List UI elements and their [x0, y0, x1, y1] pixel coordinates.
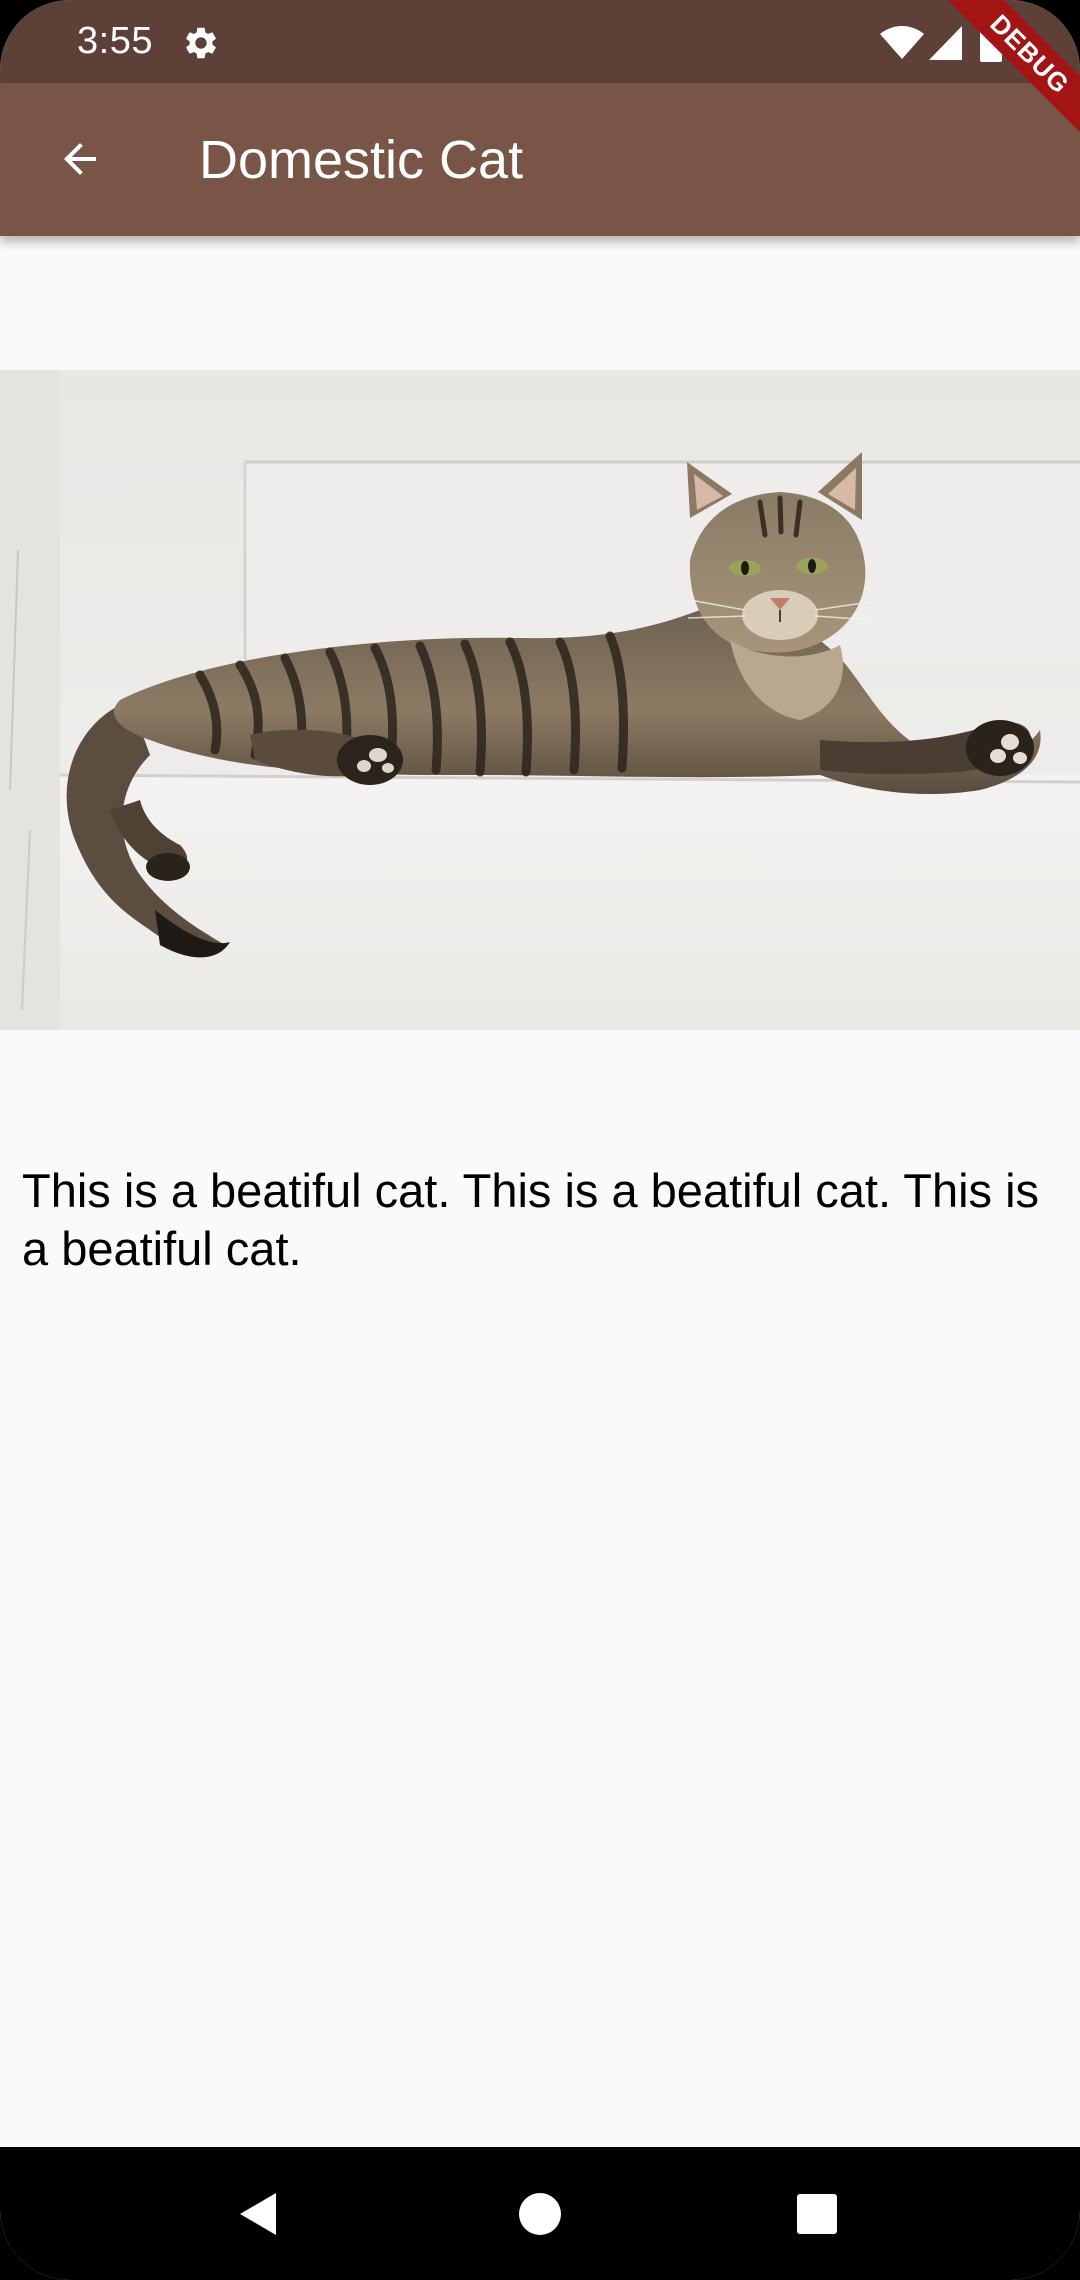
cat-description: This is a beatiful cat. This is a beatif… — [22, 1164, 1040, 1275]
nav-home-circle-icon[interactable] — [519, 2193, 561, 2235]
page-title: Domestic Cat — [199, 130, 524, 190]
status-time: 3:55 — [77, 20, 153, 62]
status-bar: 3:55 — [0, 0, 1080, 83]
battery-icon — [980, 22, 1002, 62]
app-screen: 3:55 Domestic Cat DEBUG This is a beatif… — [0, 0, 1080, 2280]
wifi-icon — [880, 26, 924, 59]
cell-signal-icon — [929, 26, 962, 60]
cat-image — [0, 370, 1080, 1030]
back-button[interactable] — [40, 119, 120, 199]
arrow-back-icon — [64, 143, 96, 175]
cat-photo — [0, 370, 1080, 1030]
app-bar: Domestic Cat — [0, 83, 1080, 236]
system-nav-bar — [0, 2147, 1080, 2280]
settings-gear-icon — [186, 27, 216, 59]
nav-back-triangle-icon[interactable] — [236, 2191, 282, 2237]
nav-recents-square-icon[interactable] — [797, 2194, 837, 2234]
